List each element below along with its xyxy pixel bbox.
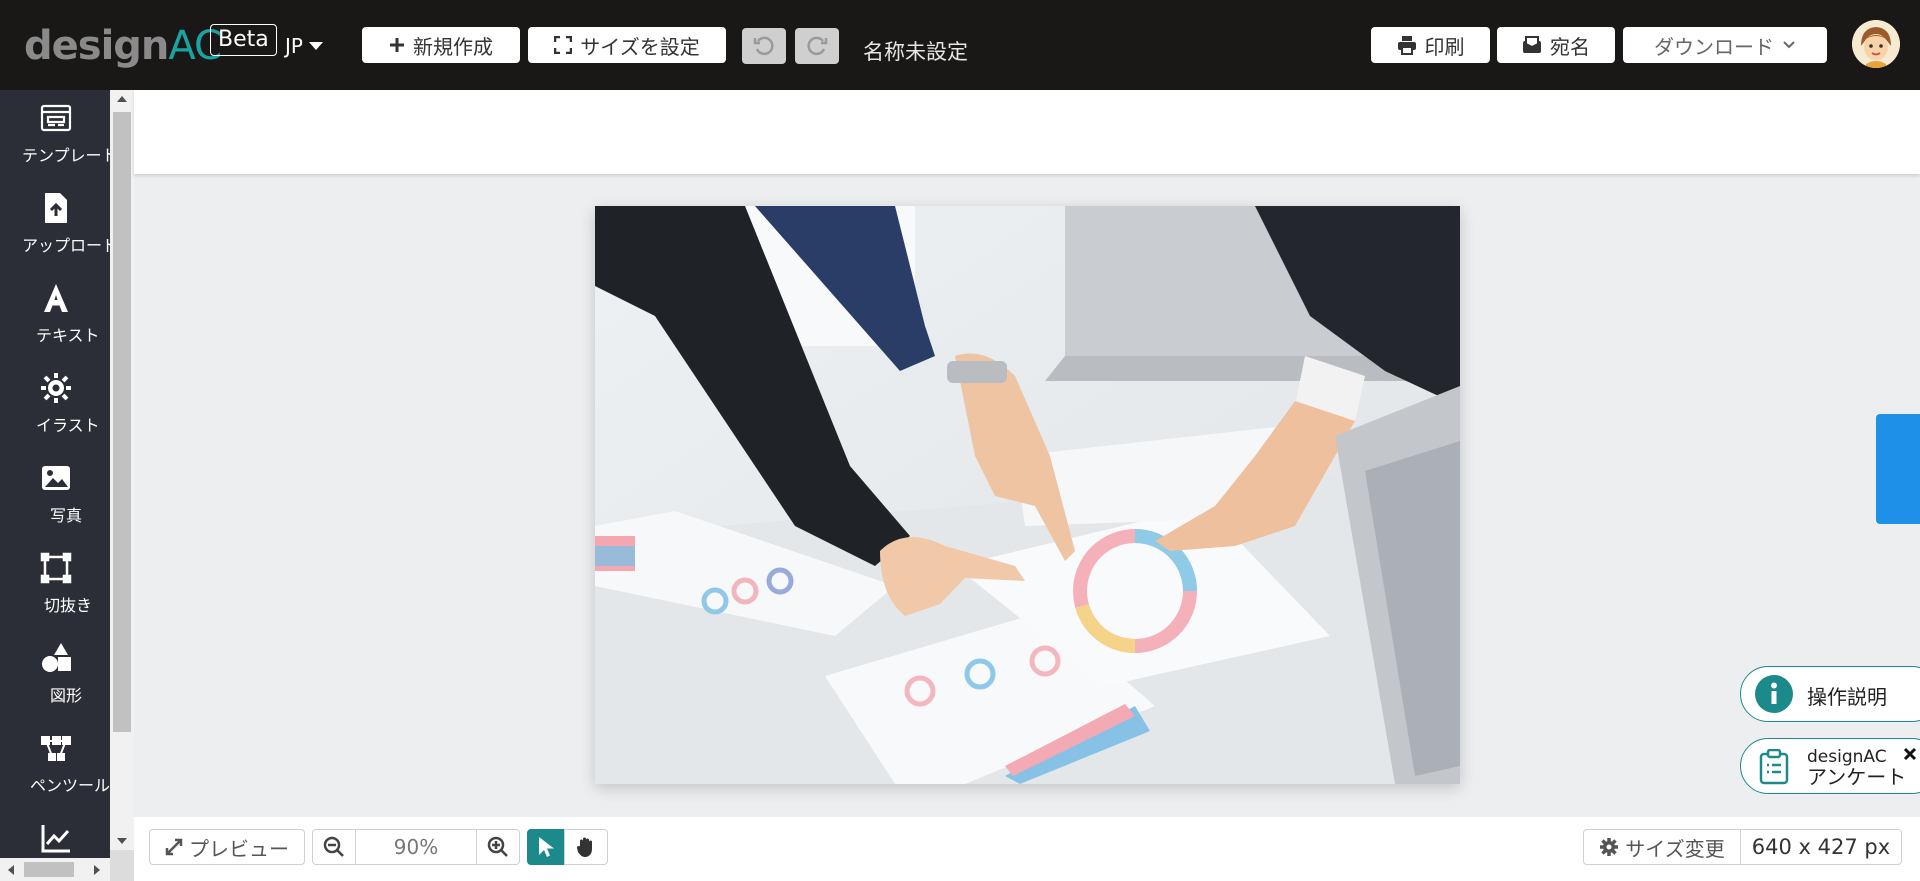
chevron-down-icon <box>1783 41 1795 49</box>
scrollbar-thumb[interactable] <box>113 112 131 732</box>
scroll-right-arrow-icon[interactable] <box>94 865 100 875</box>
redo-icon <box>807 36 828 56</box>
fullscreen-icon <box>554 36 573 54</box>
resize-button[interactable]: サイズ変更 <box>1583 829 1741 865</box>
zoom-in-button[interactable] <box>476 829 520 865</box>
address-button[interactable]: 宛名 <box>1497 27 1615 63</box>
sidebar-item-label: 図形 <box>50 686 83 705</box>
top-header: designAC Beta JP 新規作成 サイズを設定 名称未設定 印刷 宛名… <box>0 0 1920 90</box>
undo-icon <box>753 36 774 56</box>
survey-label-line1: designAC <box>1807 747 1887 767</box>
printer-icon <box>1397 36 1416 55</box>
sidebar-item-chart[interactable] <box>0 810 110 853</box>
language-selector[interactable]: JP <box>285 34 323 58</box>
left-sidebar: テンプレート アップロード テキスト イラスト 写真 切抜き 図形 ペンツール <box>0 90 110 881</box>
download-dropdown[interactable]: ダウンロード <box>1623 27 1827 63</box>
sidebar-item-label: 写真 <box>50 506 83 525</box>
page-panel-tab-label: ページ <box>1918 451 1920 493</box>
download-label: ダウンロード <box>1654 34 1774 59</box>
sidebar-item-shapes[interactable]: 図形 <box>0 630 110 720</box>
print-label: 印刷 <box>1424 34 1465 59</box>
clipboard-icon <box>1759 749 1789 785</box>
sidebar-item-upload[interactable]: アップロード <box>0 180 110 270</box>
business-meeting-photo[interactable] <box>595 206 1460 784</box>
user-avatar[interactable] <box>1852 20 1900 68</box>
designac-logo[interactable]: designAC <box>24 22 222 70</box>
caret-down-icon <box>308 42 323 50</box>
sidebar-item-template[interactable]: テンプレート <box>0 90 110 180</box>
sidebar-item-label: テンプレート <box>22 146 110 165</box>
sidebar-item-label: テキスト <box>36 326 100 345</box>
plus-icon <box>390 38 404 52</box>
select-tool-button[interactable] <box>527 829 565 865</box>
upload-icon <box>45 193 67 223</box>
shapes-icon <box>42 643 71 672</box>
language-label: JP <box>285 34 303 58</box>
print-button[interactable]: 印刷 <box>1371 27 1490 63</box>
sidebar-item-illustration[interactable]: イラスト <box>0 360 110 450</box>
sidebar-item-crop[interactable]: 切抜き <box>0 540 110 630</box>
design-artboard[interactable] <box>595 206 1460 784</box>
scrollbar-thumb[interactable] <box>24 862 74 877</box>
zoom-level-value: 90% <box>393 835 439 859</box>
logo-text-design: design <box>24 23 169 69</box>
set-size-label: サイズを設定 <box>580 34 700 59</box>
new-button-label: 新規作成 <box>413 34 493 59</box>
redo-button[interactable] <box>795 28 839 64</box>
address-label: 宛名 <box>1550 34 1590 59</box>
survey-label: designAC アンケート <box>1807 747 1906 787</box>
hand-tool-button[interactable] <box>564 829 608 865</box>
new-button[interactable]: 新規作成 <box>362 27 520 63</box>
zoom-in-icon <box>487 836 508 857</box>
scrollbar-corner <box>110 850 134 881</box>
survey-button[interactable]: designAC アンケート <box>1740 738 1920 794</box>
sidebar-vertical-scrollbar[interactable] <box>110 90 134 850</box>
guide-label: 操作説明 <box>1807 685 1887 709</box>
sidebar-item-text[interactable]: テキスト <box>0 270 110 360</box>
pen-tool-icon <box>41 736 71 761</box>
sidebar-item-photo[interactable]: 写真 <box>0 450 110 540</box>
sidebar-item-label: ペンツール <box>30 776 110 795</box>
close-icon[interactable] <box>1903 747 1917 761</box>
text-icon <box>44 284 68 312</box>
crop-icon <box>40 552 72 584</box>
gear-icon <box>1600 838 1619 856</box>
survey-label-line2: アンケート <box>1807 765 1907 789</box>
page-panel-tab[interactable]: ページ <box>1876 414 1920 524</box>
sidebar-horizontal-scrollbar[interactable] <box>0 858 110 881</box>
guide-button[interactable]: 操作説明 <box>1740 666 1920 722</box>
scroll-down-arrow-icon[interactable] <box>117 838 127 844</box>
chart-icon <box>41 825 70 853</box>
undo-button[interactable] <box>742 28 786 64</box>
photo-icon <box>42 466 70 490</box>
preview-label: プレビュー <box>189 836 289 861</box>
hand-grab-icon <box>576 837 592 857</box>
avatar-face-icon <box>1852 20 1900 68</box>
resize-label: サイズ変更 <box>1625 836 1725 861</box>
canvas-dimensions: 640 x 427 px <box>1740 829 1902 865</box>
document-title[interactable]: 名称未設定 <box>863 36 968 66</box>
zoom-level-field[interactable]: 90% <box>355 829 477 865</box>
preview-button[interactable]: プレビュー <box>149 829 305 865</box>
sidebar-item-label: 切抜き <box>44 596 93 615</box>
expand-icon <box>165 838 183 856</box>
beta-badge: Beta <box>210 24 277 56</box>
sidebar-item-pen-tool[interactable]: ペンツール <box>0 720 110 810</box>
scroll-up-arrow-icon[interactable] <box>117 96 127 102</box>
editor-toolbar-area <box>134 90 1920 174</box>
sidebar-item-label: イラスト <box>36 416 100 435</box>
zoom-out-icon <box>323 836 344 857</box>
template-icon <box>40 104 72 132</box>
scroll-left-arrow-icon[interactable] <box>8 865 14 875</box>
zoom-out-button[interactable] <box>312 829 356 865</box>
info-icon <box>1755 675 1793 713</box>
envelope-icon <box>1523 36 1541 53</box>
cursor-arrow-icon <box>539 837 554 857</box>
canvas-dimensions-value: 640 x 427 px <box>1751 835 1891 859</box>
sidebar-item-label: アップロード <box>22 236 110 255</box>
illustration-icon <box>41 373 71 403</box>
set-size-button[interactable]: サイズを設定 <box>528 27 726 63</box>
